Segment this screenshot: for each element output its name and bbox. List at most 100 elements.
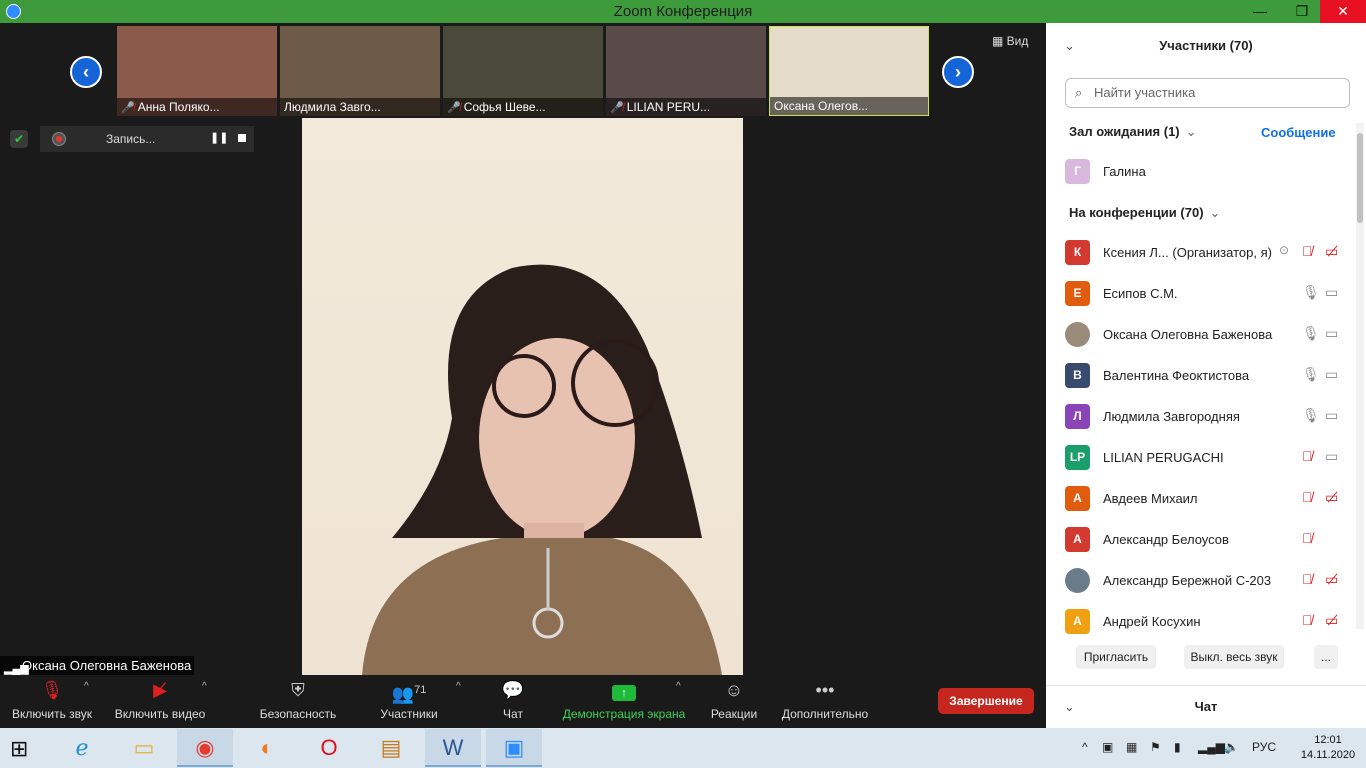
participant-row[interactable]: Александр Бережной С-203 🎙̸ ▭̸	[1046, 560, 1356, 601]
participant-row[interactable]: В Валентина Феоктистова 🎙 ▭	[1046, 355, 1356, 396]
mic-muted-icon[interactable]: 🎙̸	[1302, 612, 1313, 628]
close-button[interactable]: ✕	[1320, 0, 1366, 23]
search-icon: ⌕	[1075, 85, 1083, 100]
tray-app-icon[interactable]: ▣	[1102, 740, 1113, 754]
participant-row[interactable]: Оксана Олеговна Баженова 🎙 ▭	[1046, 314, 1356, 355]
title-bar: Zoom Конференция — ❐ ✕	[0, 0, 1366, 23]
tray-network-icon[interactable]: ▂▄▆	[1198, 740, 1225, 754]
camera-off-icon: ▶̸	[153, 680, 167, 700]
end-meeting-button[interactable]: Завершение	[938, 688, 1034, 714]
tray-keyboard-icon[interactable]: ▦	[1126, 740, 1137, 754]
avatar: А	[1065, 609, 1090, 634]
recording-indicator-icon: ⊙	[1279, 243, 1290, 257]
participant-row[interactable]: А Авдеев Михаил 🎙̸ ▭̸	[1046, 478, 1356, 519]
avatar: Е	[1065, 281, 1090, 306]
mic-muted-icon[interactable]: 🎙̸	[1302, 243, 1313, 259]
participant-row[interactable]: К Ксения Л... (Организатор, я) ⊙ 🎙̸ ▭̸	[1046, 232, 1356, 273]
more-button[interactable]: ••• Дополнительно	[778, 675, 872, 728]
avatar	[1065, 568, 1090, 593]
participant-name: Людмила Завгородняя	[1103, 409, 1240, 424]
mute-all-button[interactable]: Выкл. весь звук	[1184, 645, 1284, 669]
tray-flag-icon[interactable]: ⚑	[1150, 740, 1161, 754]
chat-button[interactable]: 💬 Чат	[490, 675, 536, 728]
participant-list-scrollbar[interactable]	[1356, 123, 1364, 629]
participant-name: Валентина Феоктистова	[1103, 368, 1250, 383]
tray-battery-icon[interactable]: ▮	[1174, 740, 1181, 754]
zoom-taskbar-icon[interactable]: ▣	[486, 729, 542, 767]
participant-row[interactable]: А Андрей Косухин 🎙̸ ▭̸	[1046, 601, 1356, 642]
participants-options-caret-icon[interactable]: ^	[456, 681, 461, 692]
collapse-chevron-icon[interactable]: ⌄	[1064, 23, 1075, 68]
in-meeting-header[interactable]: На конференции (70) ⌄	[1069, 205, 1220, 221]
mic-icon[interactable]: 🎙	[1302, 407, 1320, 424]
ellipsis-icon: •••	[815, 680, 835, 700]
audio-options-caret-icon[interactable]: ^	[84, 681, 89, 692]
tray-expand-icon[interactable]: ^	[1082, 740, 1088, 754]
share-options-caret-icon[interactable]: ^	[676, 681, 681, 692]
video-thumbnail-active[interactable]: Оксана Олегов...	[769, 26, 929, 116]
reactions-button[interactable]: ☺ Реакции	[706, 675, 762, 728]
video-thumbnail[interactable]: 🎤̸ Анна Поляко...	[117, 26, 277, 116]
windows-start-icon[interactable]: ⊞	[10, 736, 38, 762]
file-explorer-icon[interactable]: ▭	[116, 729, 172, 767]
chat-bubble-icon: 💬	[501, 680, 525, 700]
video-thumbnail[interactable]: 🎤̸ Софья Шеве...	[443, 26, 603, 116]
participant-row[interactable]: А Александр Белоусов 🎙̸	[1046, 519, 1356, 560]
participant-name: Андрей Косухин	[1103, 614, 1201, 629]
mic-icon[interactable]: 🎙	[1302, 284, 1320, 301]
windows-taskbar: ⊞ ℯ ▭ ◉ ◐ O ▤ W ▣ ^ ▣ ▦ ⚑ ▮ ▂▄▆ 🔈 РУС 12…	[0, 728, 1366, 768]
internet-explorer-icon[interactable]: ℯ	[54, 729, 110, 767]
participant-name: Оксана Олеговна Баженова	[1103, 327, 1273, 342]
chrome-icon[interactable]: ◉	[177, 729, 233, 767]
encryption-shield-icon[interactable]: ✔	[10, 130, 28, 148]
mic-muted-icon[interactable]: 🎙̸	[1302, 530, 1313, 546]
taskbar-clock[interactable]: 12:01 14.11.2020	[1292, 733, 1364, 763]
avatar	[1065, 322, 1090, 347]
share-screen-button[interactable]: ↑ Демонстрация экрана ^	[558, 675, 690, 728]
unmute-button[interactable]: 🎙 Включить звук ^	[4, 675, 100, 728]
security-button[interactable]: ⛨ Безопасность	[254, 675, 342, 728]
mic-icon[interactable]: 🎙	[1302, 366, 1320, 383]
video-thumbnail[interactable]: 🎤̸ LILIAN PERU...	[606, 26, 766, 116]
prev-page-button[interactable]: ‹	[70, 56, 102, 88]
video-thumbnail[interactable]: Людмила Завго...	[280, 26, 440, 116]
camera-icon: ▭	[1325, 448, 1339, 464]
start-video-button[interactable]: ▶̸ Включить видео ^	[108, 675, 212, 728]
word-icon[interactable]: W	[425, 729, 481, 767]
video-options-caret-icon[interactable]: ^	[202, 681, 207, 692]
participant-row[interactable]: LP LILIAN PERUGACHI 🎙̸ ▭	[1046, 437, 1356, 478]
waiting-room-message-link[interactable]: Сообщение	[1261, 125, 1336, 140]
stop-recording-button[interactable]	[238, 134, 246, 142]
notes-app-icon[interactable]: ▤	[363, 729, 419, 767]
mic-icon[interactable]: 🎙	[1302, 325, 1320, 342]
waiting-participant-row[interactable]: Г Галина	[1046, 151, 1356, 192]
participant-row[interactable]: Л Людмила Завгородняя 🎙 ▭	[1046, 396, 1356, 437]
camera-off-icon: ▭̸	[1325, 489, 1339, 505]
participants-icon: 👥71	[391, 684, 427, 704]
maximize-button[interactable]: ❐	[1282, 0, 1322, 23]
participant-search-input[interactable]: ⌕ Найти участника	[1065, 78, 1350, 108]
mic-muted-icon[interactable]: 🎙̸	[1302, 489, 1313, 505]
waiting-room-header[interactable]: Зал ожидания (1) ⌄	[1069, 124, 1197, 140]
expand-chevron-icon[interactable]: ⌄	[1064, 686, 1075, 728]
minimize-button[interactable]: —	[1240, 0, 1280, 23]
firefox-icon[interactable]: ◐	[239, 729, 295, 767]
chat-panel-header[interactable]: ⌄ Чат	[1046, 685, 1366, 728]
more-options-button[interactable]: ...	[1314, 645, 1338, 669]
thumbnail-name: Софья Шеве...	[463, 100, 546, 114]
opera-icon[interactable]: O	[301, 729, 357, 767]
pause-recording-button[interactable]: ❚❚	[210, 131, 228, 144]
view-button[interactable]: ▦ Вид	[992, 34, 1028, 48]
mic-muted-icon[interactable]: 🎙̸	[1302, 571, 1313, 587]
participant-row[interactable]: Е Есипов С.М. 🎙 ▭	[1046, 273, 1356, 314]
share-arrow-icon: ↑	[612, 685, 636, 701]
participants-button[interactable]: 👥71 Участники ^	[372, 675, 460, 728]
invite-button[interactable]: Пригласить	[1076, 645, 1156, 669]
participant-name: Ксения Л... (Организатор, я)	[1103, 245, 1272, 260]
camera-icon: ▭	[1325, 325, 1339, 341]
tray-volume-icon[interactable]: 🔈	[1224, 740, 1239, 754]
mic-muted-icon[interactable]: 🎙̸	[1302, 448, 1313, 464]
next-page-button[interactable]: ›	[942, 56, 974, 88]
camera-icon: ▭	[1325, 284, 1339, 300]
input-language[interactable]: РУС	[1252, 740, 1276, 754]
